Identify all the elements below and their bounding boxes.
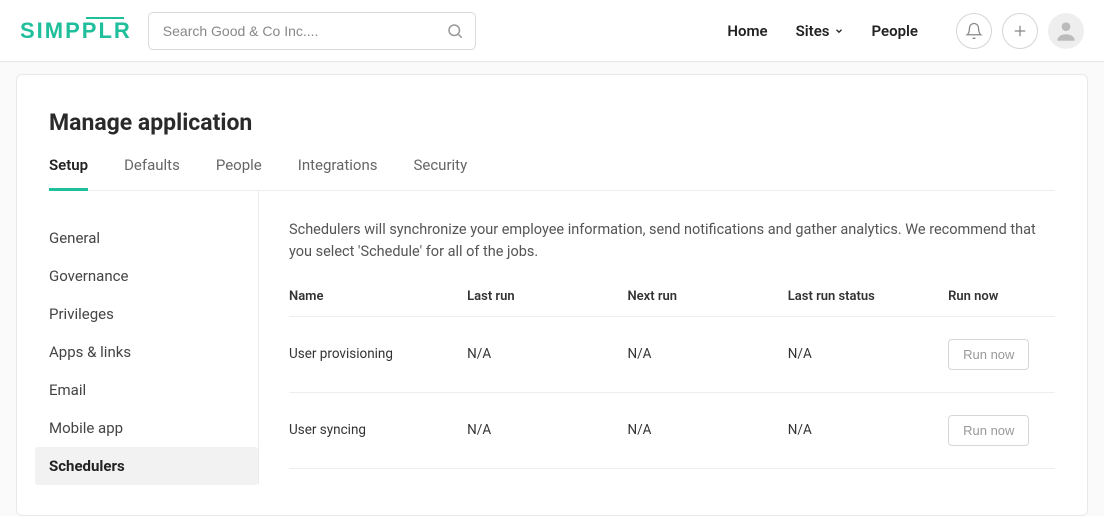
cell-action: Run now — [948, 392, 1055, 468]
tab-label: Integrations — [298, 156, 378, 174]
nav-sites-label: Sites — [796, 22, 830, 40]
page-title: Manage application — [49, 109, 1055, 136]
notifications-button[interactable] — [956, 13, 992, 49]
sidenav-item-label: Privileges — [49, 305, 114, 323]
sidenav-item-label: Schedulers — [49, 457, 125, 475]
brand-text: SIMPPLR — [20, 18, 132, 43]
tabs: Setup Defaults People Integrations Security — [49, 156, 1055, 191]
table-row: User syncingN/AN/AN/ARun now — [289, 392, 1055, 468]
tab-defaults[interactable]: Defaults — [124, 156, 180, 191]
sidenav-item-mobile-app[interactable]: Mobile app — [35, 409, 258, 447]
tab-integrations[interactable]: Integrations — [298, 156, 378, 191]
sidenav-item-governance[interactable]: Governance — [35, 257, 258, 295]
intro-text: Schedulers will synchronize your employe… — [289, 219, 1055, 263]
sidenav-item-email[interactable]: Email — [35, 371, 258, 409]
search-input[interactable] — [148, 12, 476, 50]
table-header-row: Name Last run Next run Last run status R… — [289, 281, 1055, 317]
cell-action: Run now — [948, 316, 1055, 392]
nav-people-label: People — [872, 22, 919, 40]
content-row: General Governance Privileges Apps & links E… — [49, 191, 1055, 485]
card: Manage application Setup Defaults People In… — [16, 74, 1088, 516]
add-button[interactable] — [1002, 13, 1038, 49]
brand-logo[interactable]: SIMPPLR — [20, 18, 132, 44]
topnav: Home Sites People — [727, 13, 1084, 49]
bell-icon — [965, 22, 983, 40]
plus-icon — [1011, 22, 1029, 40]
sidenav-item-privileges[interactable]: Privileges — [35, 295, 258, 333]
th-last-run: Last run — [467, 281, 627, 317]
cell-status: N/A — [788, 392, 948, 468]
sidenav-item-label: Apps & links — [49, 343, 131, 361]
run-now-button[interactable]: Run now — [948, 339, 1029, 370]
main: Schedulers will synchronize your employe… — [259, 191, 1055, 485]
tab-people[interactable]: People — [216, 156, 262, 191]
table-row: User provisioningN/AN/AN/ARun now — [289, 316, 1055, 392]
cell-status: N/A — [788, 316, 948, 392]
search-icon — [446, 22, 464, 40]
nav-sites[interactable]: Sites — [796, 22, 844, 40]
search-wrap — [148, 12, 476, 50]
cell-next-run: N/A — [627, 392, 787, 468]
chevron-down-icon — [834, 26, 844, 36]
nav-people[interactable]: People — [872, 22, 919, 40]
schedulers-table: Name Last run Next run Last run status R… — [289, 281, 1055, 469]
nav-home-label: Home — [727, 22, 767, 40]
sidenav-item-schedulers[interactable]: Schedulers — [35, 447, 258, 485]
page-wrap: Manage application Setup Defaults People In… — [0, 62, 1104, 516]
sidenav-item-label: Mobile app — [49, 419, 123, 437]
run-now-button[interactable]: Run now — [948, 415, 1029, 446]
th-status: Last run status — [788, 281, 948, 317]
tab-security[interactable]: Security — [413, 156, 467, 191]
sidenav: General Governance Privileges Apps & links E… — [49, 191, 259, 485]
cell-last-run: N/A — [467, 392, 627, 468]
cell-last-run: N/A — [467, 316, 627, 392]
top-icons — [956, 13, 1084, 49]
user-avatar[interactable] — [1048, 13, 1084, 49]
avatar-icon — [1053, 18, 1079, 44]
nav-home[interactable]: Home — [727, 22, 767, 40]
tab-label: Security — [413, 156, 467, 174]
cell-next-run: N/A — [627, 316, 787, 392]
brand-overline — [86, 17, 124, 19]
th-run-now: Run now — [948, 281, 1055, 317]
tab-label: People — [216, 156, 262, 174]
topbar: SIMPPLR Home Sites People — [0, 0, 1104, 62]
sidenav-item-label: Governance — [49, 267, 128, 285]
sidenav-item-label: Email — [49, 381, 86, 399]
cell-name: User syncing — [289, 392, 467, 468]
tab-label: Defaults — [124, 156, 180, 174]
sidenav-item-apps-links[interactable]: Apps & links — [35, 333, 258, 371]
tab-setup[interactable]: Setup — [49, 156, 88, 191]
tab-label: Setup — [49, 156, 88, 174]
th-next-run: Next run — [627, 281, 787, 317]
cell-name: User provisioning — [289, 316, 467, 392]
th-name: Name — [289, 281, 467, 317]
sidenav-item-label: General — [49, 229, 100, 247]
sidenav-item-general[interactable]: General — [35, 219, 258, 257]
